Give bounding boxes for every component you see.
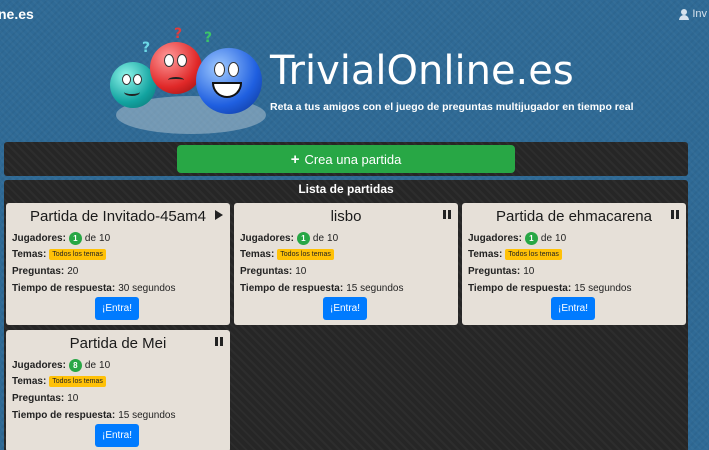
enter-game-button[interactable]: ¡Entra! (323, 297, 367, 320)
time-row: Tiempo de respuesta: 30 segundos (12, 283, 175, 294)
time-row: Tiempo de respuesta: 15 segundos (12, 410, 175, 421)
game-title: Partida de Invitado-45am4 (30, 208, 206, 225)
game-card: Partida de ehmacarena Jugadores: 1 de 10… (462, 203, 686, 325)
enter-game-button[interactable]: ¡Entra! (95, 424, 139, 447)
topics-row: Temas: Todos los temas (240, 249, 334, 260)
enter-game-button[interactable]: ¡Entra! (95, 297, 139, 320)
topic-badge: Todos los temas (49, 376, 106, 387)
players-row: Jugadores: 1 de 10 (12, 232, 110, 245)
max-players: 10 (99, 360, 111, 371)
game-card: lisbo Jugadores: 1 de 10 Temas: Todos lo… (234, 203, 458, 325)
players-label: Jugadores: (12, 360, 66, 371)
time-value: 15 segundos (118, 410, 176, 421)
time-row: Tiempo de respuesta: 15 segundos (240, 283, 403, 294)
topics-label: Temas: (468, 249, 503, 260)
max-players: 10 (555, 233, 567, 244)
logo: ? ? ? (108, 26, 268, 134)
players-label: Jugadores: (240, 233, 294, 244)
game-title: Partida de ehmacarena (496, 208, 652, 225)
of-label: de (312, 233, 325, 244)
players-row: Jugadores: 1 de 10 (468, 232, 566, 245)
of-label: de (540, 233, 553, 244)
topics-label: Temas: (12, 376, 47, 387)
top-navbar: ne.es Inv (0, 0, 709, 30)
questions-value: 10 (523, 266, 535, 277)
game-list-title: Lista de partidas (298, 182, 394, 196)
pause-icon (671, 210, 680, 220)
red-ball-icon (150, 42, 202, 94)
pause-icon (443, 210, 452, 220)
topic-badge: Todos los temas (277, 249, 334, 260)
questions-row: Preguntas: 10 (240, 266, 306, 277)
game-list-panel: Lista de partidas Partida de Invitado-45… (4, 180, 688, 450)
topics-row: Temas: Todos los temas (468, 249, 562, 260)
questions-label: Preguntas: (240, 266, 293, 277)
topics-row: Temas: Todos los temas (12, 376, 106, 387)
questions-label: Preguntas: (12, 393, 65, 404)
time-value: 15 segundos (346, 283, 404, 294)
players-count-badge: 1 (524, 232, 538, 245)
create-panel: + Crea una partida (4, 142, 688, 176)
time-value: 15 segundos (574, 283, 632, 294)
topic-badge: Todos los temas (49, 249, 106, 260)
create-game-button[interactable]: + Crea una partida (177, 145, 515, 173)
questions-value: 20 (67, 266, 79, 277)
play-icon (215, 210, 224, 220)
topic-badge: Todos los temas (505, 249, 562, 260)
game-card: Partida de Mei Jugadores: 8 de 10 Temas:… (6, 330, 230, 450)
question-mark-icon: ? (204, 30, 213, 46)
topics-label: Temas: (12, 249, 47, 260)
questions-row: Preguntas: 10 (12, 393, 78, 404)
questions-label: Preguntas: (468, 266, 521, 277)
questions-value: 10 (67, 393, 79, 404)
user-label: Inv (692, 8, 707, 20)
blue-ball-icon (196, 48, 262, 114)
max-players: 10 (327, 233, 339, 244)
questions-label: Preguntas: (12, 266, 65, 277)
pause-icon (215, 337, 224, 347)
time-label: Tiempo de respuesta: (12, 410, 116, 421)
question-mark-icon: ? (142, 40, 151, 56)
players-row: Jugadores: 1 de 10 (240, 232, 338, 245)
questions-value: 10 (295, 266, 307, 277)
of-label: de (84, 233, 97, 244)
players-label: Jugadores: (12, 233, 66, 244)
time-label: Tiempo de respuesta: (12, 283, 116, 294)
time-row: Tiempo de respuesta: 15 segundos (468, 283, 631, 294)
players-count-badge: 1 (296, 232, 310, 245)
site-title: TrivialOnline.es (270, 48, 574, 94)
game-card: Partida de Invitado-45am4 Jugadores: 1 d… (6, 203, 230, 325)
question-mark-icon: ? (174, 26, 183, 42)
user-icon (679, 8, 690, 20)
max-players: 10 (99, 233, 111, 244)
of-label: de (84, 360, 97, 371)
players-row: Jugadores: 8 de 10 (12, 359, 110, 372)
game-title: Partida de Mei (69, 335, 167, 352)
time-label: Tiempo de respuesta: (240, 283, 344, 294)
time-label: Tiempo de respuesta: (468, 283, 572, 294)
questions-row: Preguntas: 10 (468, 266, 534, 277)
topics-label: Temas: (240, 249, 275, 260)
topics-row: Temas: Todos los temas (12, 249, 106, 260)
plus-icon: + (290, 150, 300, 168)
navbar-brand[interactable]: ne.es (0, 6, 34, 22)
enter-game-button[interactable]: ¡Entra! (551, 297, 595, 320)
user-menu[interactable]: Inv (679, 8, 707, 20)
players-label: Jugadores: (468, 233, 522, 244)
time-value: 30 segundos (118, 283, 176, 294)
create-game-label: Crea una partida (304, 151, 402, 167)
site-tagline: Reta a tus amigos con el juego de pregun… (270, 101, 634, 113)
questions-row: Preguntas: 20 (12, 266, 78, 277)
game-title: lisbo (330, 208, 362, 225)
players-count-badge: 1 (68, 232, 82, 245)
players-count-badge: 8 (68, 359, 82, 372)
